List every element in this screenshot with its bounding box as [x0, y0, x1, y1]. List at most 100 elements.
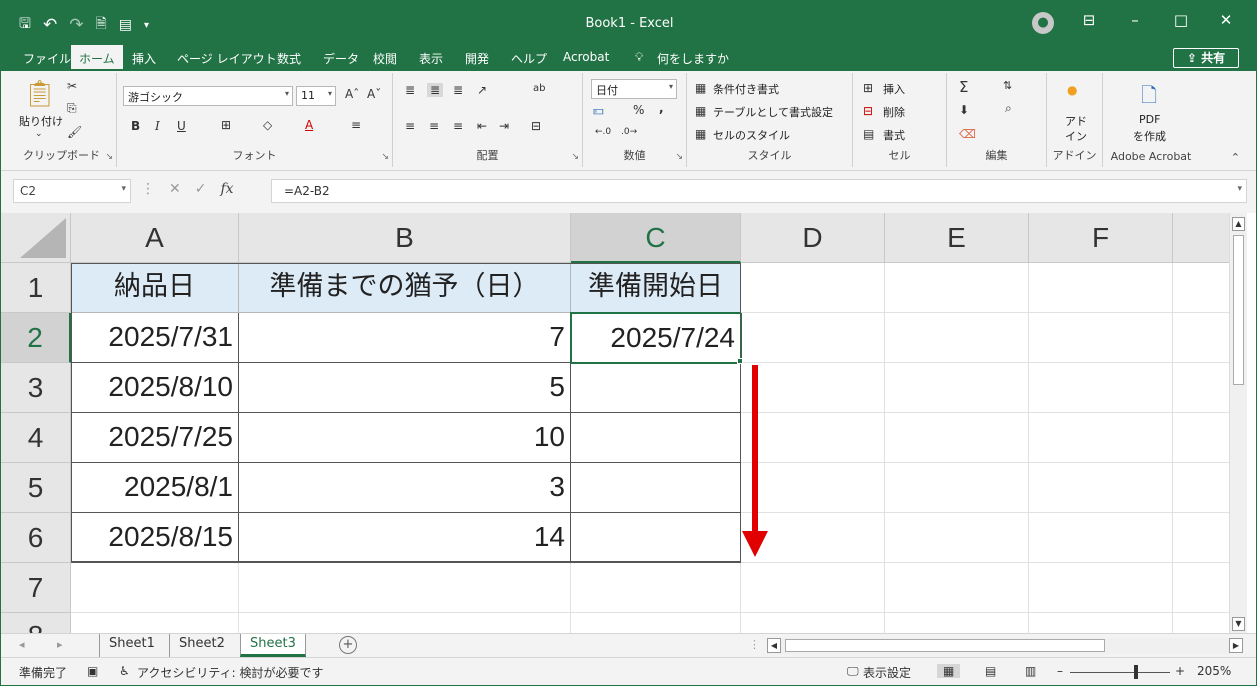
fill-handle[interactable]	[737, 358, 743, 364]
row-header-4[interactable]: 4	[1, 413, 71, 463]
cell-a7[interactable]	[71, 563, 239, 613]
cell-d8[interactable]	[741, 613, 885, 633]
macro-record-icon[interactable]: ▣	[87, 664, 98, 678]
cell-g7[interactable]	[1173, 563, 1229, 613]
borders-icon[interactable]: ⊞	[221, 118, 231, 132]
add-sheet-icon[interactable]: +	[339, 636, 357, 654]
sheet-tab-3[interactable]: Sheet3	[240, 634, 306, 657]
zoom-level[interactable]: 205%	[1197, 664, 1231, 678]
maximize-button[interactable]: □	[1169, 11, 1193, 29]
conditional-format-button[interactable]: 条件付き書式	[713, 81, 779, 97]
increase-indent-icon[interactable]: ⇥	[499, 119, 509, 133]
column-header-g[interactable]	[1173, 213, 1229, 263]
cell-f2[interactable]	[1029, 313, 1173, 363]
tab-home[interactable]: ホーム	[71, 45, 123, 71]
tab-split-handle[interactable]: ⋮	[749, 638, 760, 651]
close-button[interactable]: ✕	[1214, 11, 1238, 29]
cell-a5[interactable]: 2025/8/1	[71, 463, 239, 513]
zoom-in-button[interactable]: +	[1175, 664, 1185, 678]
create-pdf-line2[interactable]: を作成	[1133, 128, 1166, 144]
next-sheet-icon[interactable]: ▸	[57, 638, 63, 651]
horizontal-scrollbar[interactable]: ◀ ▶	[767, 638, 1243, 654]
cell-f1[interactable]	[1029, 263, 1173, 313]
prev-sheet-icon[interactable]: ◂	[19, 638, 25, 651]
column-header-a[interactable]: A	[71, 213, 239, 263]
ribbon-display-options-icon[interactable]: ⊟	[1077, 11, 1101, 29]
cell-f4[interactable]	[1029, 413, 1173, 463]
shrink-font-icon[interactable]: Aˇ	[367, 87, 381, 101]
tab-help[interactable]: ヘルプ	[511, 50, 547, 67]
cell-e1[interactable]	[885, 263, 1029, 313]
align-right-icon[interactable]: ≡	[453, 119, 463, 133]
cell-a1[interactable]: 納品日	[71, 263, 239, 313]
cell-a6[interactable]: 2025/8/15	[71, 513, 239, 563]
align-middle-icon[interactable]: ≣	[427, 83, 444, 97]
page-break-view-icon[interactable]: ▥	[1025, 664, 1036, 678]
cell-e2[interactable]	[885, 313, 1029, 363]
tab-developer[interactable]: 開発	[465, 50, 489, 67]
cell-d2[interactable]	[741, 313, 885, 363]
column-header-f[interactable]: F	[1029, 213, 1173, 263]
cut-icon[interactable]: ✂	[67, 79, 77, 93]
cell-c4[interactable]	[571, 413, 741, 463]
cell-f5[interactable]	[1029, 463, 1173, 513]
cell-g8[interactable]	[1173, 613, 1229, 633]
orientation-icon[interactable]: ↗	[477, 83, 487, 97]
name-box[interactable]: C2 ▾	[13, 179, 131, 203]
cell-a8[interactable]	[71, 613, 239, 633]
cell-styles-button[interactable]: セルのスタイル	[713, 127, 790, 143]
enter-icon[interactable]: ✓	[195, 181, 207, 197]
cell-a2[interactable]: 2025/7/31	[71, 313, 239, 363]
wrap-text-icon[interactable]: ab	[533, 83, 545, 94]
cancel-icon[interactable]: ✕	[169, 181, 181, 197]
format-cells-button[interactable]: 書式	[883, 127, 905, 143]
cell-c3[interactable]	[571, 363, 741, 413]
horizontal-scroll-thumb[interactable]	[785, 639, 1105, 652]
row-header-1[interactable]: 1	[1, 263, 71, 313]
row-header-3[interactable]: 3	[1, 363, 71, 413]
cell-c2[interactable]: 2025/7/24	[570, 312, 742, 364]
cell-b5[interactable]: 3	[239, 463, 571, 513]
column-header-b[interactable]: B	[239, 213, 571, 263]
normal-view-icon[interactable]: ▦	[937, 664, 961, 678]
tab-insert[interactable]: 挿入	[132, 50, 156, 67]
zoom-slider-thumb[interactable]	[1134, 665, 1138, 679]
cell-a3[interactable]: 2025/8/10	[71, 363, 239, 413]
worksheet-grid[interactable]: A B C D E F 1 2 3 4 5 6 7 8 納品日 準備までの猶予（…	[1, 213, 1229, 633]
fill-icon[interactable]: ⬇	[959, 103, 969, 117]
italic-button[interactable]: I	[155, 119, 160, 133]
cell-f7[interactable]	[1029, 563, 1173, 613]
align-left-icon[interactable]: ≡	[405, 119, 415, 133]
autosum-button[interactable]: Σ	[959, 78, 968, 96]
cell-e4[interactable]	[885, 413, 1029, 463]
number-launcher-icon[interactable]: ↘	[675, 152, 683, 162]
tab-page-layout[interactable]: ページ レイアウト	[177, 50, 277, 67]
formula-input[interactable]: =A2-B2 ▾	[271, 179, 1247, 203]
cell-b8[interactable]	[239, 613, 571, 633]
column-header-c[interactable]: C	[571, 213, 741, 263]
cell-c1[interactable]: 準備開始日	[571, 263, 741, 313]
column-header-e[interactable]: E	[885, 213, 1029, 263]
percent-button[interactable]: %	[633, 103, 644, 117]
format-painter-icon[interactable]: 🖌︎	[67, 125, 82, 139]
increase-decimal-icon[interactable]: ←.0	[595, 127, 611, 137]
tab-file[interactable]: ファイル	[23, 50, 71, 67]
cell-b7[interactable]	[239, 563, 571, 613]
number-format-select[interactable]: 日付 ▾	[591, 79, 677, 99]
clear-icon[interactable]: ⌫	[959, 127, 976, 141]
scroll-down-icon[interactable]: ▼	[1232, 617, 1245, 631]
cell-e8[interactable]	[885, 613, 1029, 633]
tab-data[interactable]: データ	[323, 50, 359, 67]
tab-view[interactable]: 表示	[419, 50, 443, 67]
cell-e7[interactable]	[885, 563, 1029, 613]
insert-cells-button[interactable]: 挿入	[883, 81, 905, 97]
zoom-out-button[interactable]: –	[1057, 664, 1063, 678]
row-header-5[interactable]: 5	[1, 463, 71, 513]
cell-c7[interactable]	[571, 563, 741, 613]
addins-button-line2[interactable]: イン	[1065, 128, 1087, 144]
user-avatar-icon[interactable]: ●	[1032, 12, 1054, 34]
cell-c8[interactable]	[571, 613, 741, 633]
select-all-button[interactable]	[1, 213, 71, 263]
cell-f3[interactable]	[1029, 363, 1173, 413]
cell-g1[interactable]	[1173, 263, 1229, 313]
